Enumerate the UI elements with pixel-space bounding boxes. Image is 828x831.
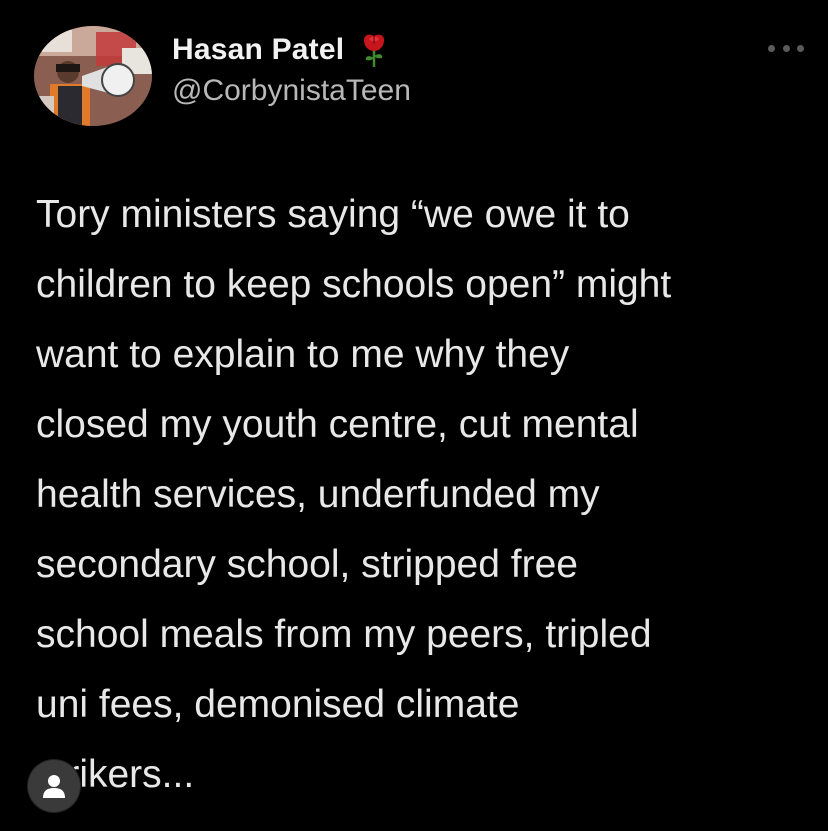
display-name[interactable]: Hasan Patel <box>172 33 344 67</box>
rose-icon <box>364 34 385 67</box>
dot <box>768 44 775 52</box>
tweet-text: Tory ministers saying “we owe it to chil… <box>36 193 672 796</box>
person-glyph <box>43 775 65 798</box>
person-icon[interactable] <box>28 760 80 812</box>
author-name-row: Hasan Patel <box>172 32 390 68</box>
dot <box>782 44 790 52</box>
avatar-photo <box>34 26 152 126</box>
dot <box>797 44 804 52</box>
more-horizontal-icon[interactable] <box>768 40 804 56</box>
avatar[interactable] <box>34 26 152 126</box>
handle[interactable]: @CorbynistaTeen <box>172 74 411 108</box>
